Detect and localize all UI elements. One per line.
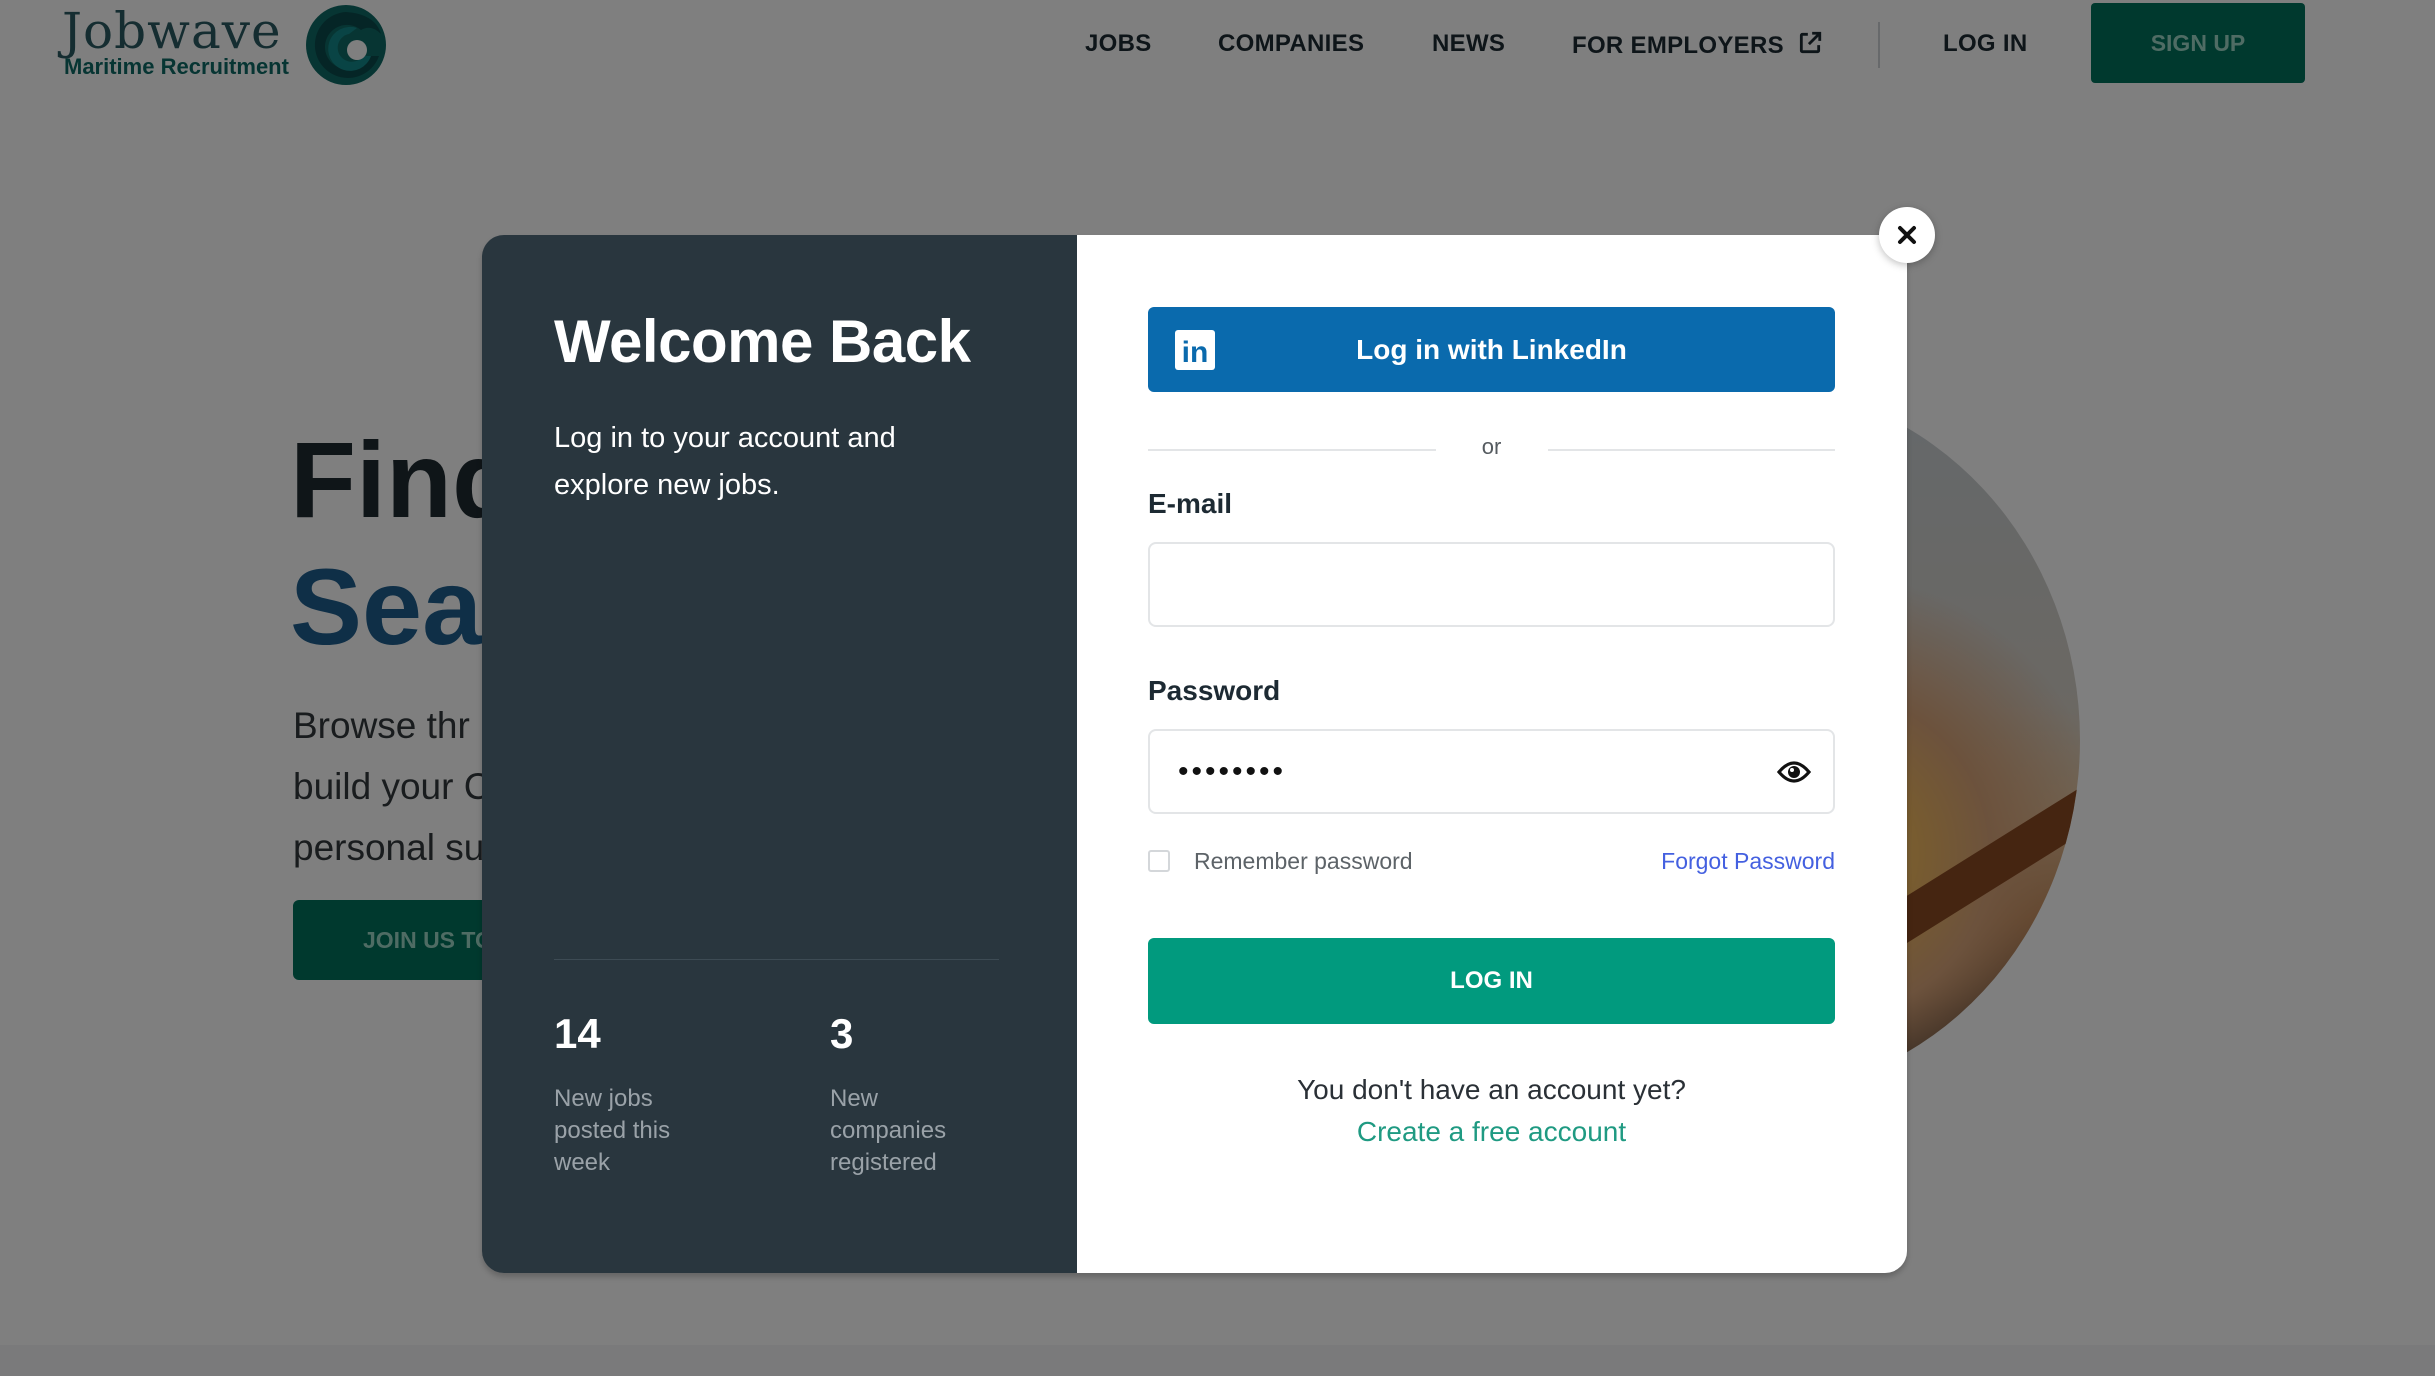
- welcome-title: Welcome Back: [554, 308, 971, 375]
- modal-info-panel: Welcome Back Log in to your account and …: [482, 235, 1077, 1273]
- remember-password-checkbox[interactable]: [1148, 850, 1170, 872]
- login-modal: Welcome Back Log in to your account and …: [482, 235, 1907, 1273]
- close-modal-button[interactable]: [1879, 207, 1935, 263]
- login-form: in Log in with LinkedIn or E-mail Passwo…: [1148, 307, 1835, 1148]
- panel-divider: [554, 959, 999, 960]
- create-account-link[interactable]: Create a free account: [1148, 1116, 1835, 1148]
- email-field-wrapper: [1148, 542, 1835, 627]
- linkedin-login-button[interactable]: in Log in with LinkedIn: [1148, 307, 1835, 392]
- or-label: or: [1481, 434, 1502, 459]
- stat-new-jobs: 14 New jobs posted this week: [554, 1013, 754, 1179]
- linkedin-login-label: Log in with LinkedIn: [1356, 333, 1627, 365]
- welcome-description: Log in to your account and explore new j…: [554, 422, 896, 501]
- stat-value: 3: [830, 1010, 854, 1057]
- password-label: Password: [1148, 675, 1281, 706]
- email-label: E-mail: [1148, 488, 1233, 519]
- stat-value: 14: [554, 1010, 601, 1057]
- stat-new-companies: 3 New companies registered: [830, 1013, 1030, 1179]
- no-account-text: You don't have an account yet?: [1297, 1074, 1686, 1105]
- forgot-password-link[interactable]: Forgot Password: [1661, 848, 1835, 875]
- stat-label: New jobs posted this week: [554, 1085, 671, 1176]
- divider-line: [1547, 449, 1835, 451]
- divider-line: [1148, 449, 1436, 451]
- password-masked-value: ••••••••: [1178, 755, 1287, 788]
- linkedin-icon: in: [1175, 330, 1215, 370]
- eye-icon[interactable]: [1777, 758, 1811, 786]
- close-icon: [1898, 226, 1916, 244]
- password-field[interactable]: ••••••••: [1148, 729, 1835, 814]
- modal-form-panel: in Log in with LinkedIn or E-mail Passwo…: [1077, 235, 1907, 1273]
- stat-label: New companies registered: [830, 1085, 947, 1176]
- email-input[interactable]: [1150, 544, 1833, 625]
- or-divider: or: [1148, 430, 1835, 470]
- remember-password-label[interactable]: Remember password: [1194, 848, 1413, 875]
- login-submit-button[interactable]: LOG IN: [1148, 938, 1835, 1024]
- remember-row: Remember password Forgot Password: [1148, 848, 1835, 878]
